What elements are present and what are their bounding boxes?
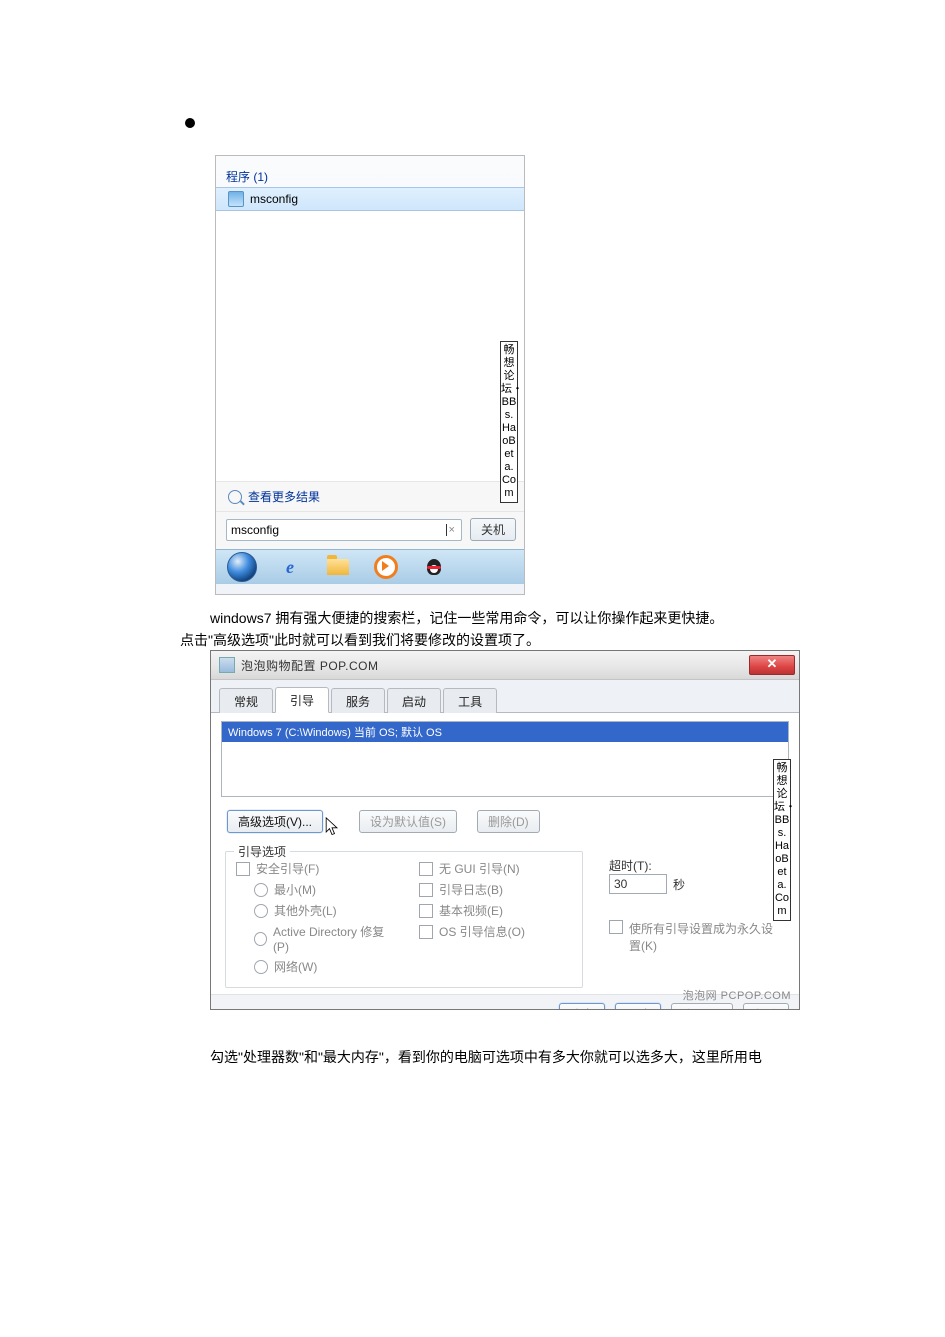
minimal-radio[interactable]: 最小(M) <box>236 879 389 900</box>
screenshot-msconfig-dialog: 泡泡购物配置 POP.COM ✕ 常规 引导 服务 启动 工具 Windows … <box>210 650 800 1010</box>
options-group: 引导选项 安全引导(F) 最小(M) <box>225 843 785 988</box>
adrepair-radio[interactable]: Active Directory 修复(P) <box>236 921 389 956</box>
search-value: msconfig <box>231 522 446 538</box>
timeout-value: 30 <box>614 877 627 891</box>
checkbox-icon <box>419 904 433 918</box>
more-label: 查看更多结果 <box>248 488 320 505</box>
result-label: msconfig <box>250 192 298 206</box>
checkbox-icon <box>609 920 623 934</box>
opt-label: 引导日志(B) <box>439 881 503 898</box>
set-default-button[interactable]: 设为默认值(S) <box>359 810 457 833</box>
search-row: msconfig × 关机 <box>216 512 524 549</box>
radio-icon <box>254 932 267 946</box>
advanced-options-button[interactable]: 高级选项(V)... <box>227 810 323 833</box>
cancel-button[interactable]: 取消 <box>615 1003 661 1010</box>
checkbox-icon <box>236 862 250 876</box>
delete-button[interactable]: 删除(D) <box>477 810 540 833</box>
button-row: 高级选项(V)... 设为默认值(S) 删除(D) <box>221 797 789 839</box>
boot-options-fieldset: 引导选项 安全引导(F) 最小(M) <box>225 851 583 988</box>
qq-icon[interactable] <box>412 554 456 580</box>
list-bullet <box>185 118 195 128</box>
timeout-label: 超时(T): <box>609 857 779 874</box>
checkbox-icon <box>419 883 433 897</box>
site-watermark: 泡泡网 PCPOP.COM <box>683 987 791 1003</box>
close-button[interactable]: ✕ <box>749 655 795 675</box>
msconfig-icon <box>228 191 244 207</box>
boot-options-legend: 引导选项 <box>234 843 290 860</box>
screenshot-start-menu: 程序 (1) msconfig 查看更多结果 msconfig × 关机 e <box>215 155 525 595</box>
opt-label: 安全引导(F) <box>256 860 319 877</box>
basevideo-checkbox[interactable]: 基本视频(E) <box>419 900 572 921</box>
timeout-row: 30 秒 <box>609 874 779 894</box>
tab-bar: 常规 引导 服务 启动 工具 <box>211 680 799 713</box>
media-player-icon[interactable] <box>364 554 408 580</box>
paragraph: 点击"高级选项"此时就可以看到我们将要修改的设置项了。 <box>180 629 805 651</box>
tab-startup[interactable]: 启动 <box>387 688 441 713</box>
network-radio[interactable]: 网络(W) <box>236 956 389 977</box>
ie-icon[interactable]: e <box>268 554 312 580</box>
osbootinfo-checkbox[interactable]: OS 引导信息(O) <box>419 921 572 942</box>
paragraph: windows7 拥有强大便捷的搜索栏，记住一些常用命令，可以让你操作起来更快捷… <box>210 607 805 629</box>
opt-label: OS 引导信息(O) <box>439 923 525 940</box>
explorer-icon[interactable] <box>316 554 360 580</box>
checkbox-icon <box>419 862 433 876</box>
blank-area <box>216 211 524 481</box>
taskbar: e <box>216 549 524 584</box>
radio-icon <box>254 960 268 974</box>
os-list-item[interactable]: Windows 7 (C:\Windows) 当前 OS; 默认 OS <box>222 722 788 742</box>
apply-button[interactable]: 应用(A) <box>671 1003 733 1010</box>
tab-general[interactable]: 常规 <box>219 688 273 713</box>
safe-boot-checkbox[interactable]: 安全引导(F) <box>236 858 389 879</box>
nogui-checkbox[interactable]: 无 GUI 引导(N) <box>419 858 572 879</box>
checkbox-icon <box>419 925 433 939</box>
radio-icon <box>254 883 268 897</box>
timeout-column: 超时(T): 30 秒 使所有引导设置成为永久设置(K) <box>603 843 785 988</box>
radio-icon <box>254 904 268 918</box>
dialog-body: Windows 7 (C:\Windows) 当前 OS; 默认 OS 高级选项… <box>211 713 799 994</box>
tab-boot[interactable]: 引导 <box>275 687 329 713</box>
opt-label: 基本视频(E) <box>439 902 503 919</box>
clear-icon[interactable]: × <box>447 524 457 536</box>
watermark-vertical: 畅想论坛・BBs.HaoBeta.Com <box>500 341 518 503</box>
help-button[interactable]: 帮助 <box>743 1003 789 1010</box>
start-orb[interactable] <box>220 554 264 580</box>
opt-label: 最小(M) <box>274 881 316 898</box>
opt-label: Active Directory 修复(P) <box>273 923 389 954</box>
window-title: 泡泡购物配置 POP.COM <box>241 657 749 674</box>
altshell-radio[interactable]: 其他外壳(L) <box>236 900 389 921</box>
programs-header: 程序 (1) <box>216 164 524 187</box>
see-more-results[interactable]: 查看更多结果 <box>216 481 524 512</box>
watermark-vertical: 畅想论坛・BBs.HaoBeta.Com <box>773 759 791 921</box>
tab-tools[interactable]: 工具 <box>443 688 497 713</box>
title-bar: 泡泡购物配置 POP.COM ✕ <box>211 651 799 680</box>
opt-label: 无 GUI 引导(N) <box>439 860 520 877</box>
shutdown-button[interactable]: 关机 <box>470 518 516 541</box>
cursor-icon <box>325 817 339 837</box>
search-result-item[interactable]: msconfig <box>216 187 524 211</box>
tab-services[interactable]: 服务 <box>331 688 385 713</box>
ok-button[interactable]: 确定 <box>559 1003 605 1010</box>
opt-label: 其他外壳(L) <box>274 902 337 919</box>
seconds-label: 秒 <box>673 876 685 893</box>
paragraph: 勾选"处理器数"和"最大内存"，看到你的电脑可选项中有多大你就可以选多大，这里所… <box>210 1046 805 1068</box>
bootlog-checkbox[interactable]: 引导日志(B) <box>419 879 572 900</box>
document-page: 程序 (1) msconfig 查看更多结果 msconfig × 关机 e <box>0 0 945 1337</box>
permanent-checkbox[interactable]: 使所有引导设置成为永久设置(K) <box>609 920 779 954</box>
opt-label: 网络(W) <box>274 958 317 975</box>
opt-label: 使所有引导设置成为永久设置(K) <box>629 920 779 954</box>
search-input[interactable]: msconfig × <box>226 519 462 541</box>
app-icon <box>219 657 235 673</box>
os-listbox[interactable]: Windows 7 (C:\Windows) 当前 OS; 默认 OS <box>221 721 789 797</box>
search-icon <box>228 490 242 504</box>
timeout-input[interactable]: 30 <box>609 874 667 894</box>
